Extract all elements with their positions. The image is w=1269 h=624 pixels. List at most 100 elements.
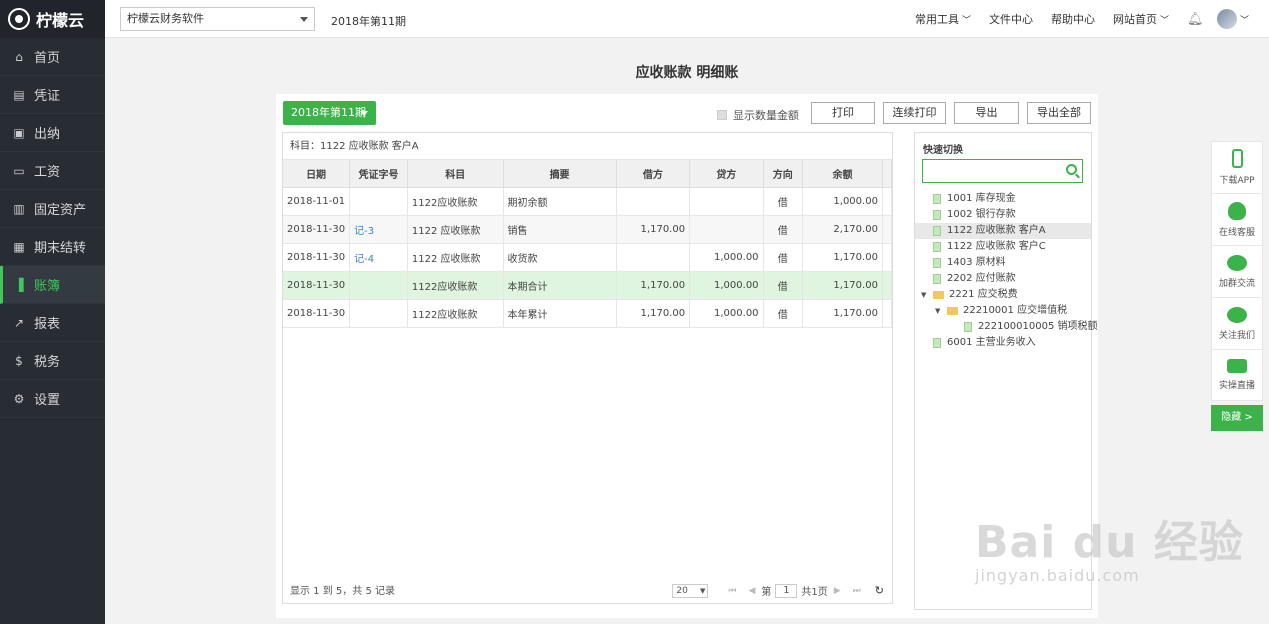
tree-node[interactable]: 1001 库存现金 (915, 191, 1091, 207)
sidebar-item-label: 账簿 (34, 279, 61, 294)
sidebar-item-period-close[interactable]: ▦ 期末结转 (0, 228, 105, 266)
col-direction[interactable]: 方向 (763, 160, 803, 188)
cell-date: 2018-11-30 (283, 299, 351, 328)
table-header-row: 日期 凭证字号 科目 摘要 借方 贷方 方向 余额 (283, 160, 893, 188)
expand-triangle-icon[interactable]: ▼ (921, 287, 929, 303)
table-row[interactable]: 2018-11-30 记-4 1122 应收账款 收货款 1,000.00 借 … (283, 243, 893, 272)
avatar[interactable] (1216, 9, 1237, 29)
col-date[interactable]: 日期 (283, 160, 351, 188)
export-all-button[interactable]: 导出全部 (1027, 102, 1091, 124)
tree-node-folder[interactable]: ▼ 22210001 应交增值税 (915, 303, 1091, 319)
group-icon (1227, 254, 1247, 271)
tax-icon: $ (15, 353, 23, 368)
cell-date: 2018-11-30 (283, 243, 351, 272)
tree-node[interactable]: 1002 银行存款 (915, 207, 1091, 223)
tools-menu[interactable]: 常用工具 ﹀ (915, 11, 971, 27)
page-prefix: 第 (761, 587, 772, 598)
cell-date: 2018-11-30 (283, 215, 351, 244)
cell-summary: 期初余额 (503, 187, 617, 216)
col-debit[interactable]: 借方 (616, 160, 691, 188)
tree-node[interactable]: 6001 主营业务收入 (915, 335, 1091, 351)
export-button[interactable]: 导出 (954, 102, 1019, 124)
first-page-icon[interactable]: ⏮ (728, 586, 736, 596)
batch-print-button[interactable]: 连续打印 (883, 102, 946, 124)
voucher-link[interactable]: 记-3 (354, 226, 374, 237)
tree-node[interactable]: 1403 原材料 (915, 255, 1091, 271)
website-home-menu[interactable]: 网站首页 ﹀ (1113, 11, 1169, 27)
tree-node-folder[interactable]: ▼ 2221 应交税费 (915, 287, 1091, 303)
live-demo-button[interactable]: 实操直播 (1211, 349, 1263, 401)
cell-balance: 1,170.00 (802, 271, 883, 300)
help-center-link[interactable]: 帮助中心 (1051, 11, 1095, 27)
col-subject[interactable]: 科目 (407, 160, 504, 188)
sidebar-item-cashier[interactable]: ▣ 出纳 (0, 114, 105, 152)
video-icon (1227, 359, 1247, 373)
sidebar-item-ledger[interactable]: ▐ 账簿 (0, 266, 105, 304)
app-logo[interactable]: 柠檬云 (0, 0, 105, 38)
company-select[interactable]: 柠檬云财务软件 (120, 7, 315, 31)
hide-floatbar-button[interactable]: 隐藏 > (1211, 405, 1263, 431)
col-credit[interactable]: 贷方 (689, 160, 764, 188)
watermark-url: jingyan.baidu.com (975, 566, 1140, 585)
sidebar-item-label: 报表 (34, 317, 61, 332)
home-icon: ⌂ (15, 49, 23, 64)
tree-node[interactable]: 1122 应收账款 客户C (915, 239, 1091, 255)
online-support-button[interactable]: 在线客服 (1211, 193, 1263, 245)
cell-debit: 1,170.00 (616, 215, 691, 244)
watermark-logo-text: Bai du 经验 (975, 517, 1244, 568)
cell-voucher-no (349, 187, 408, 216)
tree-node-label: 1001 库存现金 (947, 193, 1016, 204)
sidebar-item-settings[interactable]: ⚙ 设置 (0, 380, 105, 418)
checkbox-icon[interactable] (717, 110, 727, 120)
col-balance[interactable]: 余额 (802, 160, 883, 188)
sidebar-item-tax[interactable]: $ 税务 (0, 342, 105, 380)
cell-filler (882, 187, 893, 216)
sidebar-item-fixed-assets[interactable]: ▥ 固定资产 (0, 190, 105, 228)
follow-us-button[interactable]: 关注我们 (1211, 297, 1263, 349)
page-size-select[interactable]: 20 (672, 583, 709, 598)
join-group-button[interactable]: 加群交流 (1211, 245, 1263, 297)
sidebar-item-salary[interactable]: ▭ 工资 (0, 152, 105, 190)
quick-search-input[interactable] (922, 159, 1083, 183)
chart-icon: ↗ (13, 315, 25, 330)
bell-icon[interactable]: 🔔︎ (1187, 12, 1204, 27)
tree-node[interactable]: 2202 应付账款 (915, 271, 1091, 287)
table-row-period-total[interactable]: 2018-11-30 1122应收账款 本期合计 1,170.00 1,000.… (283, 271, 893, 300)
file-center-link[interactable]: 文件中心 (989, 11, 1033, 27)
cashier-icon: ▣ (13, 125, 25, 140)
period-dropdown-label: 2018年第11期 (291, 106, 366, 119)
cell-balance: 1,000.00 (802, 187, 883, 216)
cell-date: 2018-11-30 (283, 271, 351, 300)
floating-service-bar: 下载APP 在线客服 加群交流 关注我们 实操直播 隐藏 > (1211, 141, 1263, 431)
col-voucher-no[interactable]: 凭证字号 (349, 160, 408, 188)
page-number-input[interactable]: 1 (775, 583, 798, 598)
next-page-icon[interactable]: ▶ (834, 586, 841, 596)
print-button[interactable]: 打印 (811, 102, 875, 124)
sidebar-item-label: 期末结转 (34, 241, 87, 256)
cell-direction: 借 (763, 187, 803, 216)
sidebar-item-reports[interactable]: ↗ 报表 (0, 304, 105, 342)
col-summary[interactable]: 摘要 (503, 160, 617, 188)
sidebar-item-voucher[interactable]: ▤ 凭证 (0, 76, 105, 114)
tree-node-selected[interactable]: 1122 应收账款 客户A (915, 223, 1091, 239)
expand-triangle-icon[interactable]: ▼ (935, 303, 943, 319)
sidebar-item-home[interactable]: ⌂ 首页 (0, 38, 105, 76)
search-icon[interactable] (1066, 164, 1077, 175)
voucher-link[interactable]: 记-4 (354, 254, 374, 265)
chevron-down-icon (300, 17, 308, 22)
prev-page-icon[interactable]: ◀ (748, 586, 755, 596)
table-row-year-total[interactable]: 2018-11-30 1122应收账款 本年累计 1,170.00 1,000.… (283, 299, 893, 328)
chevron-down-icon[interactable]: ﹀ (1240, 13, 1249, 26)
last-page-icon[interactable]: ⏭ (853, 586, 861, 596)
tree-node-label: 222100010005 销项税额 (978, 321, 1098, 332)
show-quantity-checkbox[interactable]: 显示数量金额 (717, 107, 799, 123)
table-row[interactable]: 2018-11-01 1122应收账款 期初余额 借 1,000.00 (283, 187, 893, 216)
refresh-icon[interactable]: ↻ (875, 584, 884, 597)
salary-icon: ▭ (13, 163, 25, 178)
download-app-button[interactable]: 下载APP (1211, 141, 1263, 193)
account-tree: 1001 库存现金 1002 银行存款 1122 应收账款 客户A 1122 应… (915, 191, 1098, 351)
table-row[interactable]: 2018-11-30 记-3 1122 应收账款 销售 1,170.00 借 2… (283, 215, 893, 244)
tree-node[interactable]: 222100010005 销项税额 (915, 319, 1098, 335)
gear-icon: ⚙ (13, 391, 25, 406)
period-dropdown-button[interactable]: 2018年第11期 (283, 101, 376, 125)
